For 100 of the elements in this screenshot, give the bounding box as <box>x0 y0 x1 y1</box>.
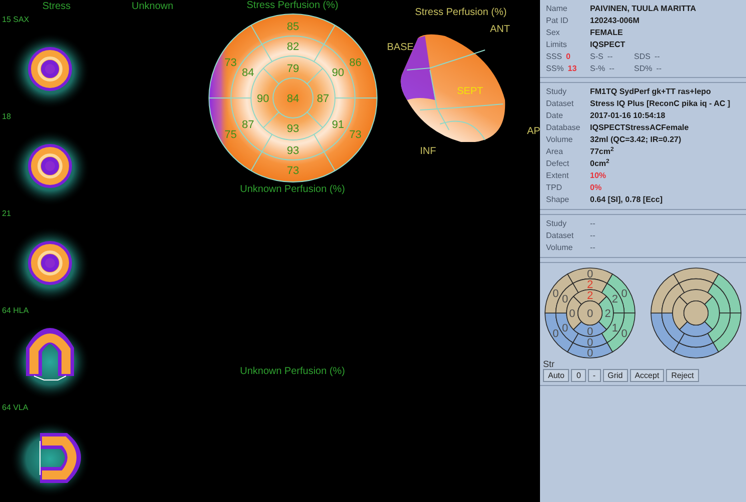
orientation-label: ANT <box>490 23 510 37</box>
orientation-label: AP <box>527 125 540 139</box>
segment-value: 82 <box>286 41 299 53</box>
map-segment[interactable] <box>661 282 685 314</box>
field-value: Stress IQ Plus [ReconC pika iq - AC ] <box>590 98 730 110</box>
field-label: Study <box>546 218 568 230</box>
map-segment[interactable] <box>679 289 713 305</box>
toolbar-button[interactable]: - <box>588 369 601 382</box>
segment-value: 93 <box>286 123 299 135</box>
field-label: Study <box>546 86 568 98</box>
field-label: Area <box>546 146 564 158</box>
field-value: PAIVINEN, TUULA MARITTA <box>590 3 696 15</box>
field-value: -- <box>590 230 596 242</box>
segment-score: 0 <box>552 288 559 300</box>
segment-value: 85 <box>286 21 299 33</box>
map-segment[interactable] <box>577 300 603 326</box>
slice-label: 64 HLA <box>1 305 30 316</box>
segment-value: 73 <box>348 129 361 141</box>
field-label: Shape <box>546 194 570 206</box>
segment-score: 0 <box>552 328 559 340</box>
column-header: Unknown <box>132 0 174 14</box>
toolbar-button[interactable]: Auto <box>543 369 570 382</box>
score-value: 13 <box>568 63 577 75</box>
field-label: Dataset <box>546 230 575 242</box>
segment-score: 1 <box>612 322 618 334</box>
segment-score: 2 <box>586 290 594 302</box>
segment-score: 2 <box>604 308 611 320</box>
segment-score: 2 <box>586 279 594 292</box>
segment-value: 73 <box>286 165 299 177</box>
segment-score: 0 <box>621 328 628 340</box>
field-value: FM1TQ SydPerf gk+TT ras+lepo <box>590 86 711 98</box>
segment-score: 0 <box>621 288 628 300</box>
score-label: SDS <box>634 51 650 63</box>
map-title: Stress Perfusion (%) <box>246 0 338 12</box>
map-caption: Unknown Perfusion (%) <box>240 366 346 378</box>
segment-value: 93 <box>286 145 299 157</box>
toolbar-button[interactable]: Accept <box>630 369 664 382</box>
toolbar-button[interactable]: 0 <box>571 369 586 382</box>
map-segment[interactable] <box>683 300 709 326</box>
field-value: IQSPECTStressACFemale <box>590 122 689 134</box>
field-label: Dataset <box>546 98 575 110</box>
slice-label: 21 <box>1 208 12 219</box>
map-segment[interactable] <box>707 312 731 344</box>
map-segment[interactable] <box>707 282 731 314</box>
segment-value: 87 <box>241 119 254 131</box>
column-header: Stress <box>41 0 72 14</box>
score-label: SS% <box>546 63 564 75</box>
segment-value: 75 <box>224 129 236 141</box>
segment-score: 0 <box>586 326 594 338</box>
segment-score: 0 <box>562 294 568 306</box>
map-segment[interactable] <box>661 312 685 344</box>
score-value: -- <box>656 63 662 75</box>
field-value: IQSPECT <box>590 39 626 51</box>
field-value: FEMALE <box>590 27 623 39</box>
score-label: S-% <box>590 63 606 75</box>
field-label: Volume <box>546 134 574 146</box>
score-label: S-S <box>590 51 604 63</box>
segment-score: 2 <box>612 294 618 306</box>
score-value: -- <box>654 51 660 63</box>
field-value: 0% <box>590 182 602 194</box>
field-value: 10% <box>590 170 606 182</box>
score-value: 0 <box>566 51 570 63</box>
field-value: 120243-006M <box>590 15 640 27</box>
field-label: Sex <box>546 27 561 39</box>
field-value: -- <box>590 218 596 230</box>
map-segment[interactable] <box>672 296 688 330</box>
score-label: SSS <box>546 51 562 63</box>
field-value: -- <box>590 242 596 254</box>
field-label: TPD <box>546 182 563 194</box>
score-value: -- <box>609 63 614 75</box>
field-value: 77cm$^{2}$ <box>590 146 614 158</box>
segment-score: 0 <box>586 308 594 320</box>
score-label: SD% <box>634 63 652 75</box>
map-label: Str <box>543 359 556 369</box>
segment-value: 90 <box>331 67 344 79</box>
segment-value: 79 <box>286 63 299 75</box>
field-value: 32ml (QC=3.42; IR=0.27) <box>590 134 682 146</box>
toolbar-button[interactable]: Grid <box>602 369 628 382</box>
field-value: 0.64 [SI], 0.78 [Ecc] <box>590 194 662 206</box>
field-value: 2017-01-16 10:54:18 <box>590 110 666 122</box>
map-segment[interactable] <box>673 342 719 358</box>
field-value: 0cm$^{2}$ <box>590 158 610 170</box>
segment-value: 84 <box>241 67 254 79</box>
map-segment[interactable] <box>673 268 719 284</box>
map-segment[interactable] <box>678 332 714 348</box>
segment-score: 0 <box>586 336 594 349</box>
segment-score: 0 <box>586 268 594 280</box>
segment-value: 90 <box>256 93 269 105</box>
map-segment[interactable] <box>679 321 713 337</box>
toolbar-button[interactable]: Reject <box>666 369 699 382</box>
orientation-label: BASE <box>387 41 414 55</box>
map-segment[interactable] <box>704 296 720 330</box>
field-label: Pat ID <box>546 15 570 27</box>
orientation-label: INF <box>420 145 436 159</box>
field-label: Name <box>546 3 568 15</box>
segment-value: 73 <box>224 57 236 69</box>
map-caption: Unknown Perfusion (%) <box>240 184 346 196</box>
field-label: Limits <box>546 39 568 51</box>
field-label: Defect <box>546 158 570 170</box>
slice-label: 64 VLA <box>1 402 30 413</box>
